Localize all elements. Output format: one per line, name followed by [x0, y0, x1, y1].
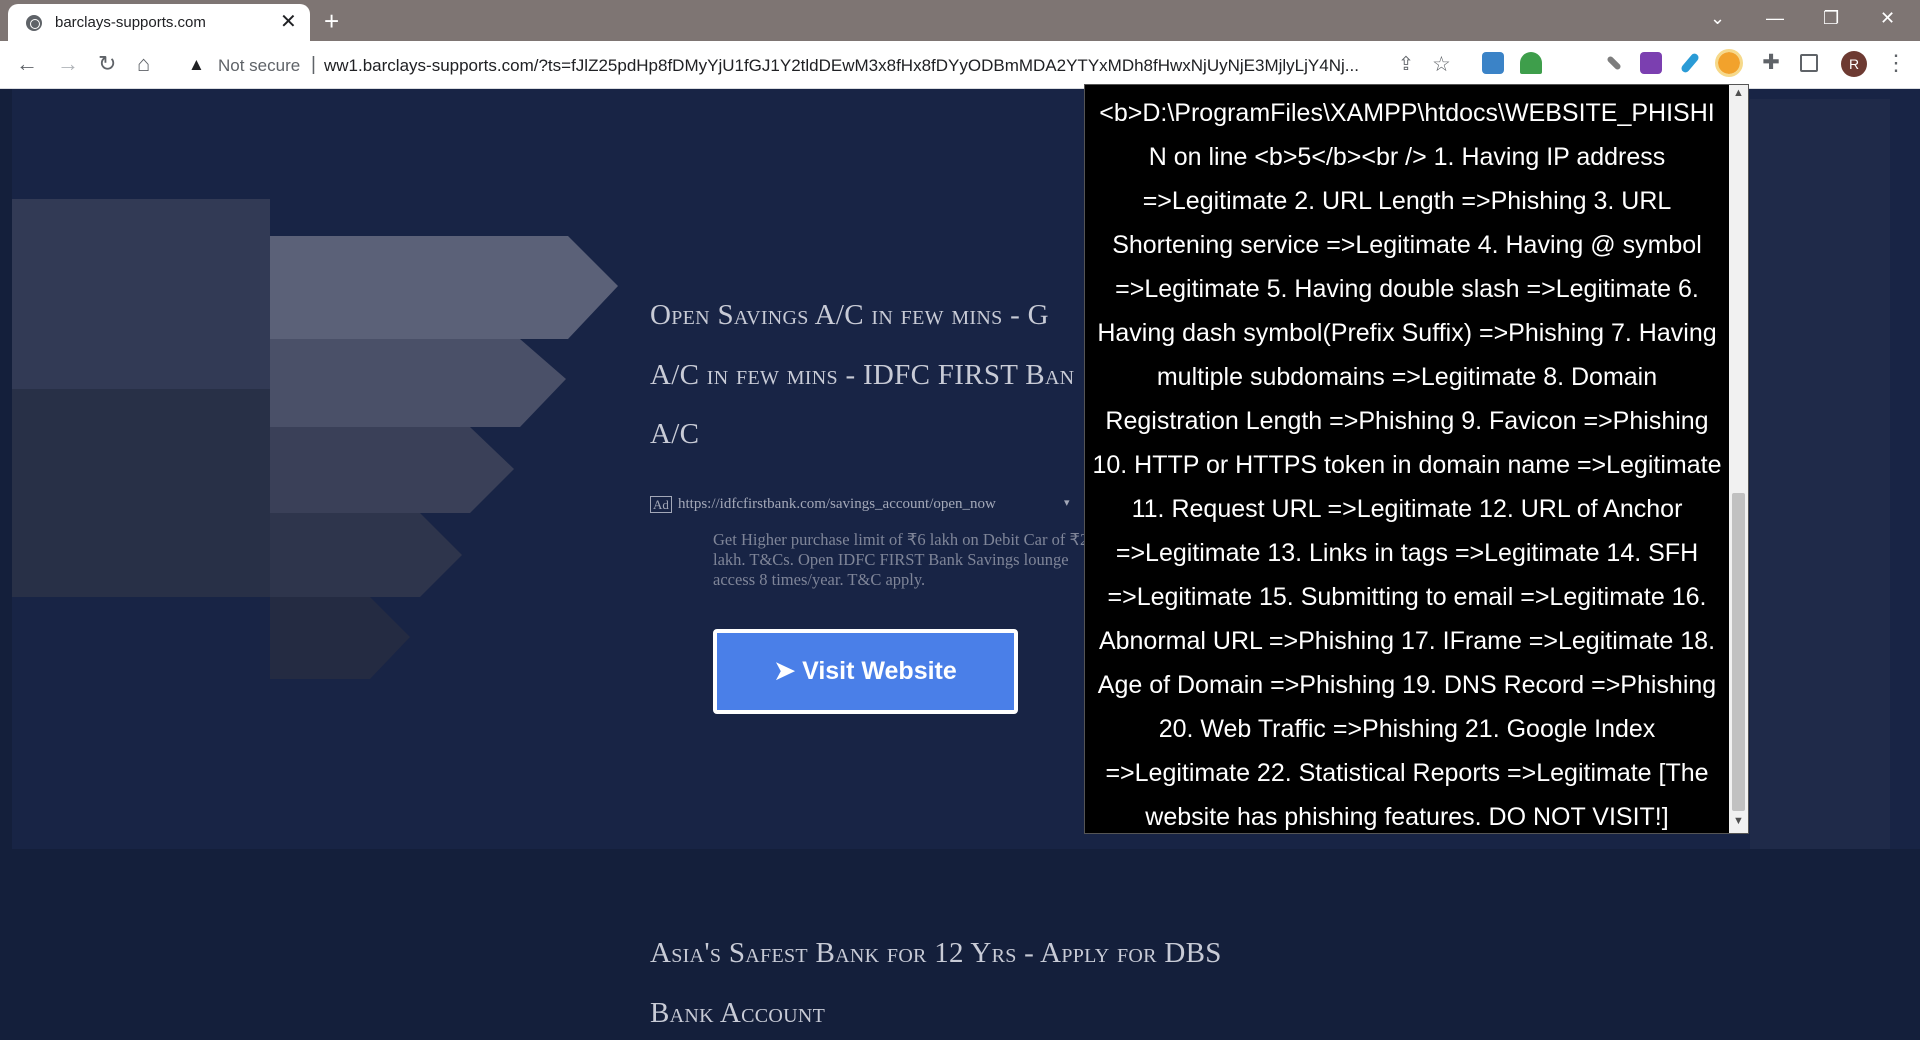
new-tab-button[interactable]: +: [324, 6, 339, 36]
ad-badge: Ad: [650, 496, 672, 513]
ad2-title-line1[interactable]: Asia's Safest Bank for 12 Yrs - Apply fo…: [650, 937, 1222, 970]
right-band: [1750, 99, 1890, 849]
scroll-up-icon[interactable]: ▲: [1733, 87, 1744, 99]
security-status[interactable]: Not secure: [218, 56, 300, 76]
phishing-report-popup: <b>D:\ProgramFiles\XAMPP\htdocs\WEBSITE_…: [1084, 84, 1749, 834]
phishing-report-text: <b>D:\ProgramFiles\XAMPP\htdocs\WEBSITE_…: [1092, 99, 1722, 831]
popup-scrollbar[interactable]: ▲ ▼: [1729, 85, 1748, 833]
bookmark-star-icon[interactable]: ☆: [1432, 52, 1451, 77]
profile-avatar[interactable]: R: [1841, 51, 1867, 77]
tab-close-icon[interactable]: ✕: [280, 10, 297, 34]
side-panel-icon[interactable]: [1800, 54, 1818, 72]
address-bar[interactable]: ▲ Not secure | ww1.barclays-supports.com…: [170, 47, 1451, 83]
share-icon[interactable]: ⇪: [1398, 53, 1414, 76]
reload-icon[interactable]: ↻: [98, 51, 116, 77]
home-icon[interactable]: ⌂: [137, 51, 150, 77]
extension-1-icon[interactable]: [1482, 52, 1504, 74]
chevron-left-band: [12, 199, 270, 389]
chevron-2: [270, 339, 566, 427]
onenote-icon[interactable]: [1640, 52, 1662, 74]
close-window-icon[interactable]: ✕: [1880, 4, 1895, 32]
scrollbar-thumb[interactable]: [1732, 493, 1745, 811]
visit-website-button[interactable]: ➤ Visit Website: [713, 629, 1018, 714]
ad-options-caret-icon[interactable]: ▾: [1064, 496, 1070, 509]
ad-url[interactable]: https://idfcfirstbank.com/savings_accoun…: [678, 496, 996, 513]
menu-icon[interactable]: ⋮: [1885, 50, 1907, 76]
scroll-down-icon[interactable]: ▼: [1733, 815, 1744, 827]
chevron-3: [270, 427, 514, 513]
back-icon[interactable]: ←: [16, 51, 38, 77]
minimize-icon[interactable]: —: [1766, 4, 1784, 32]
browser-titlebar: barclays-supports.com ✕ + ⌄ — ❐ ✕: [0, 0, 1920, 41]
restore-icon[interactable]: ❐: [1823, 4, 1839, 32]
ad1-title-line3[interactable]: A/C: [650, 418, 699, 451]
ad-description: Get Higher purchase limit of ₹6 lakh on …: [713, 530, 1089, 589]
ad1-title-line2[interactable]: A/C in few mins - IDFC FIRST Ban: [650, 359, 1074, 392]
chevron-left-band-2: [12, 389, 270, 597]
forward-icon[interactable]: →: [57, 51, 79, 77]
ad1-title-line1[interactable]: Open Savings A/C in few mins - G: [650, 299, 1049, 332]
browser-tab[interactable]: barclays-supports.com ✕: [8, 4, 310, 41]
tab-search-icon[interactable]: ⌄: [1710, 4, 1725, 32]
url-text[interactable]: ww1.barclays-supports.com/?ts=fJlZ25pdHp…: [324, 56, 1384, 76]
tab-title: barclays-supports.com: [55, 14, 206, 31]
chevron-1: [270, 236, 618, 339]
extension-2-icon[interactable]: [1520, 52, 1542, 74]
phishing-detector-extension-icon[interactable]: [1715, 49, 1743, 77]
divider: |: [311, 54, 316, 75]
warning-icon[interactable]: ▲: [188, 55, 205, 75]
globe-icon: [26, 15, 42, 31]
extensions-puzzle-icon[interactable]: ✚: [1760, 52, 1782, 74]
browser-toolbar: ← → ↻ ⌂ ▲ Not secure | ww1.barclays-supp…: [0, 41, 1920, 89]
ad2-title-line2[interactable]: Bank Account: [650, 997, 825, 1030]
